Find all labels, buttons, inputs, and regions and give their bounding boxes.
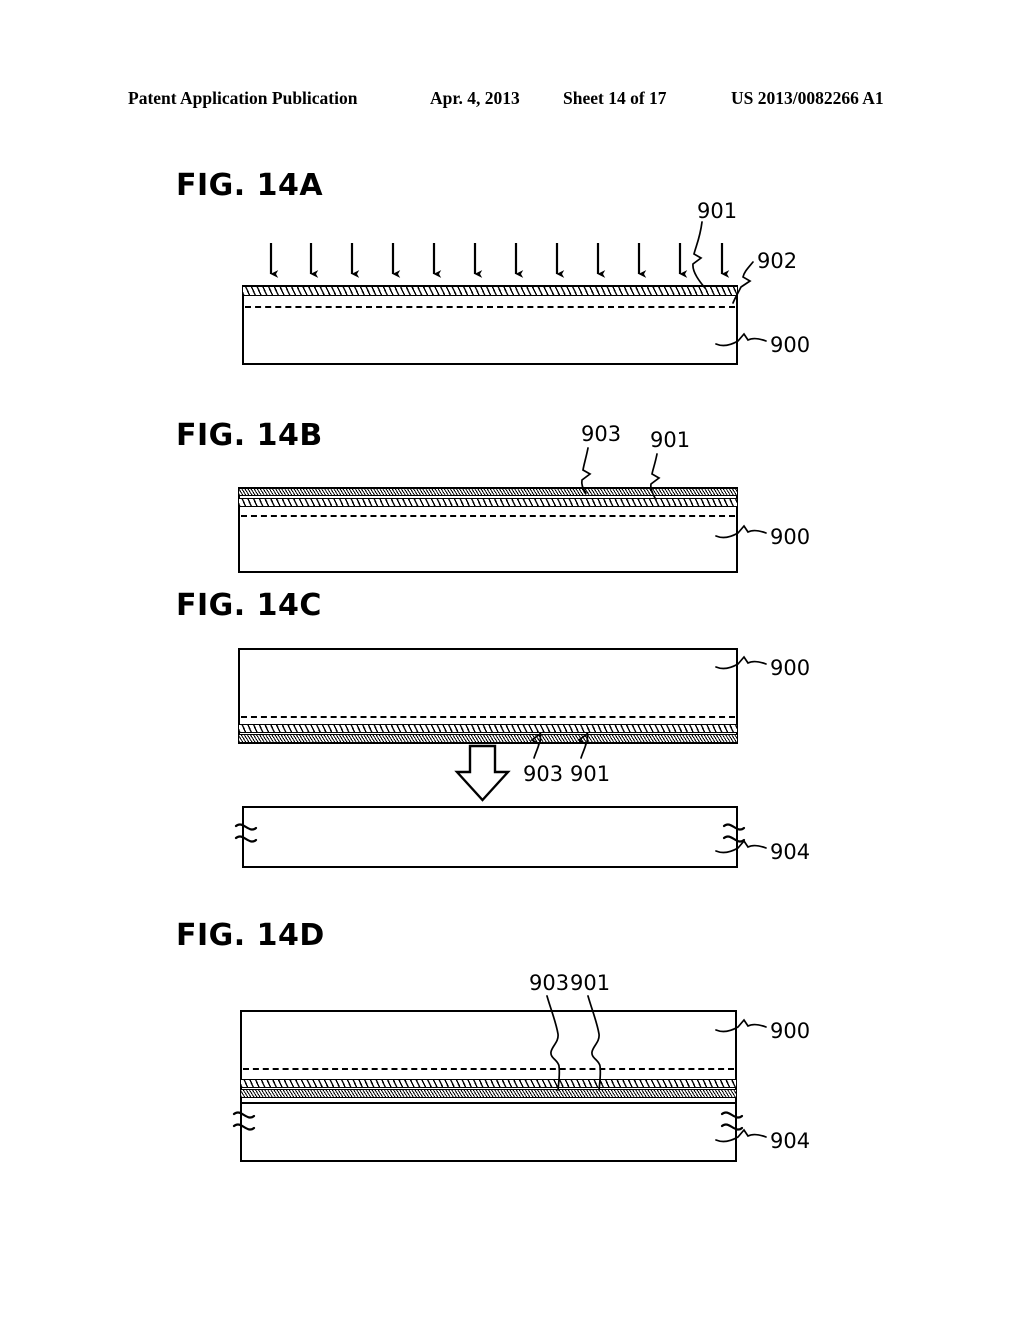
fig14d-ref-900: 900 xyxy=(770,1019,811,1043)
fig14a-ion-arrows xyxy=(271,243,730,278)
fig14b-ref-901: 901 xyxy=(650,428,691,452)
figure-caption-14d: FIG. 14D xyxy=(176,918,325,953)
fig14d-ref-904: 904 xyxy=(770,1129,811,1153)
fig14c-ref-900: 900 xyxy=(770,656,811,680)
fig14c-layer-901 xyxy=(239,724,737,733)
figure-caption-14c: FIG. 14C xyxy=(176,588,322,623)
fig14a-ref-902: 902 xyxy=(757,249,798,273)
fig14c-embrittled-region xyxy=(241,716,735,718)
fig14d-embrittled-region xyxy=(243,1068,734,1070)
fig14a-ref-901: 901 xyxy=(697,199,738,223)
fig14d-bond-interface xyxy=(241,1102,736,1104)
fig14c-ref-903: 903 xyxy=(523,762,564,786)
fig14b-layer-903 xyxy=(239,488,737,496)
patent-drawing-sheet: Patent Application Publication Apr. 4, 2… xyxy=(0,0,1024,1320)
figure-caption-14a: FIG. 14A xyxy=(176,168,324,203)
fig14c-ref-904: 904 xyxy=(770,840,811,864)
fig14b-layer-901 xyxy=(239,498,737,507)
fig14d-layer-901 xyxy=(241,1089,736,1098)
fig14b-ref-900: 900 xyxy=(770,525,811,549)
fig14d-ref-903: 903 xyxy=(529,971,570,995)
header-date: Apr. 4, 2013 xyxy=(430,88,520,108)
fig14a-ref-900: 900 xyxy=(770,333,811,357)
fig14a-layer-901 xyxy=(243,286,737,296)
fig14c-layer-903 xyxy=(239,734,737,743)
fig14d-ref-901: 901 xyxy=(570,971,611,995)
fig14b-ref-903: 903 xyxy=(581,422,622,446)
header-patent-number: US 2013/0082266 A1 xyxy=(731,88,884,108)
fig14a-embrittled-region-902 xyxy=(245,306,735,308)
fig14a-substrate-900 xyxy=(242,285,738,365)
fig14b-embrittled-region xyxy=(241,515,735,517)
fig14d-layer-903 xyxy=(241,1079,736,1088)
header-publication: Patent Application Publication xyxy=(128,88,358,108)
fig14c-base-substrate-904 xyxy=(242,806,738,868)
figure-caption-14b: FIG. 14B xyxy=(176,418,323,453)
fig14a-leader-901 xyxy=(693,222,705,288)
header-sheet-number: Sheet 14 of 17 xyxy=(563,88,667,108)
fig14c-bonding-direction-arrow xyxy=(457,746,508,800)
fig14c-ref-901: 901 xyxy=(570,762,611,786)
